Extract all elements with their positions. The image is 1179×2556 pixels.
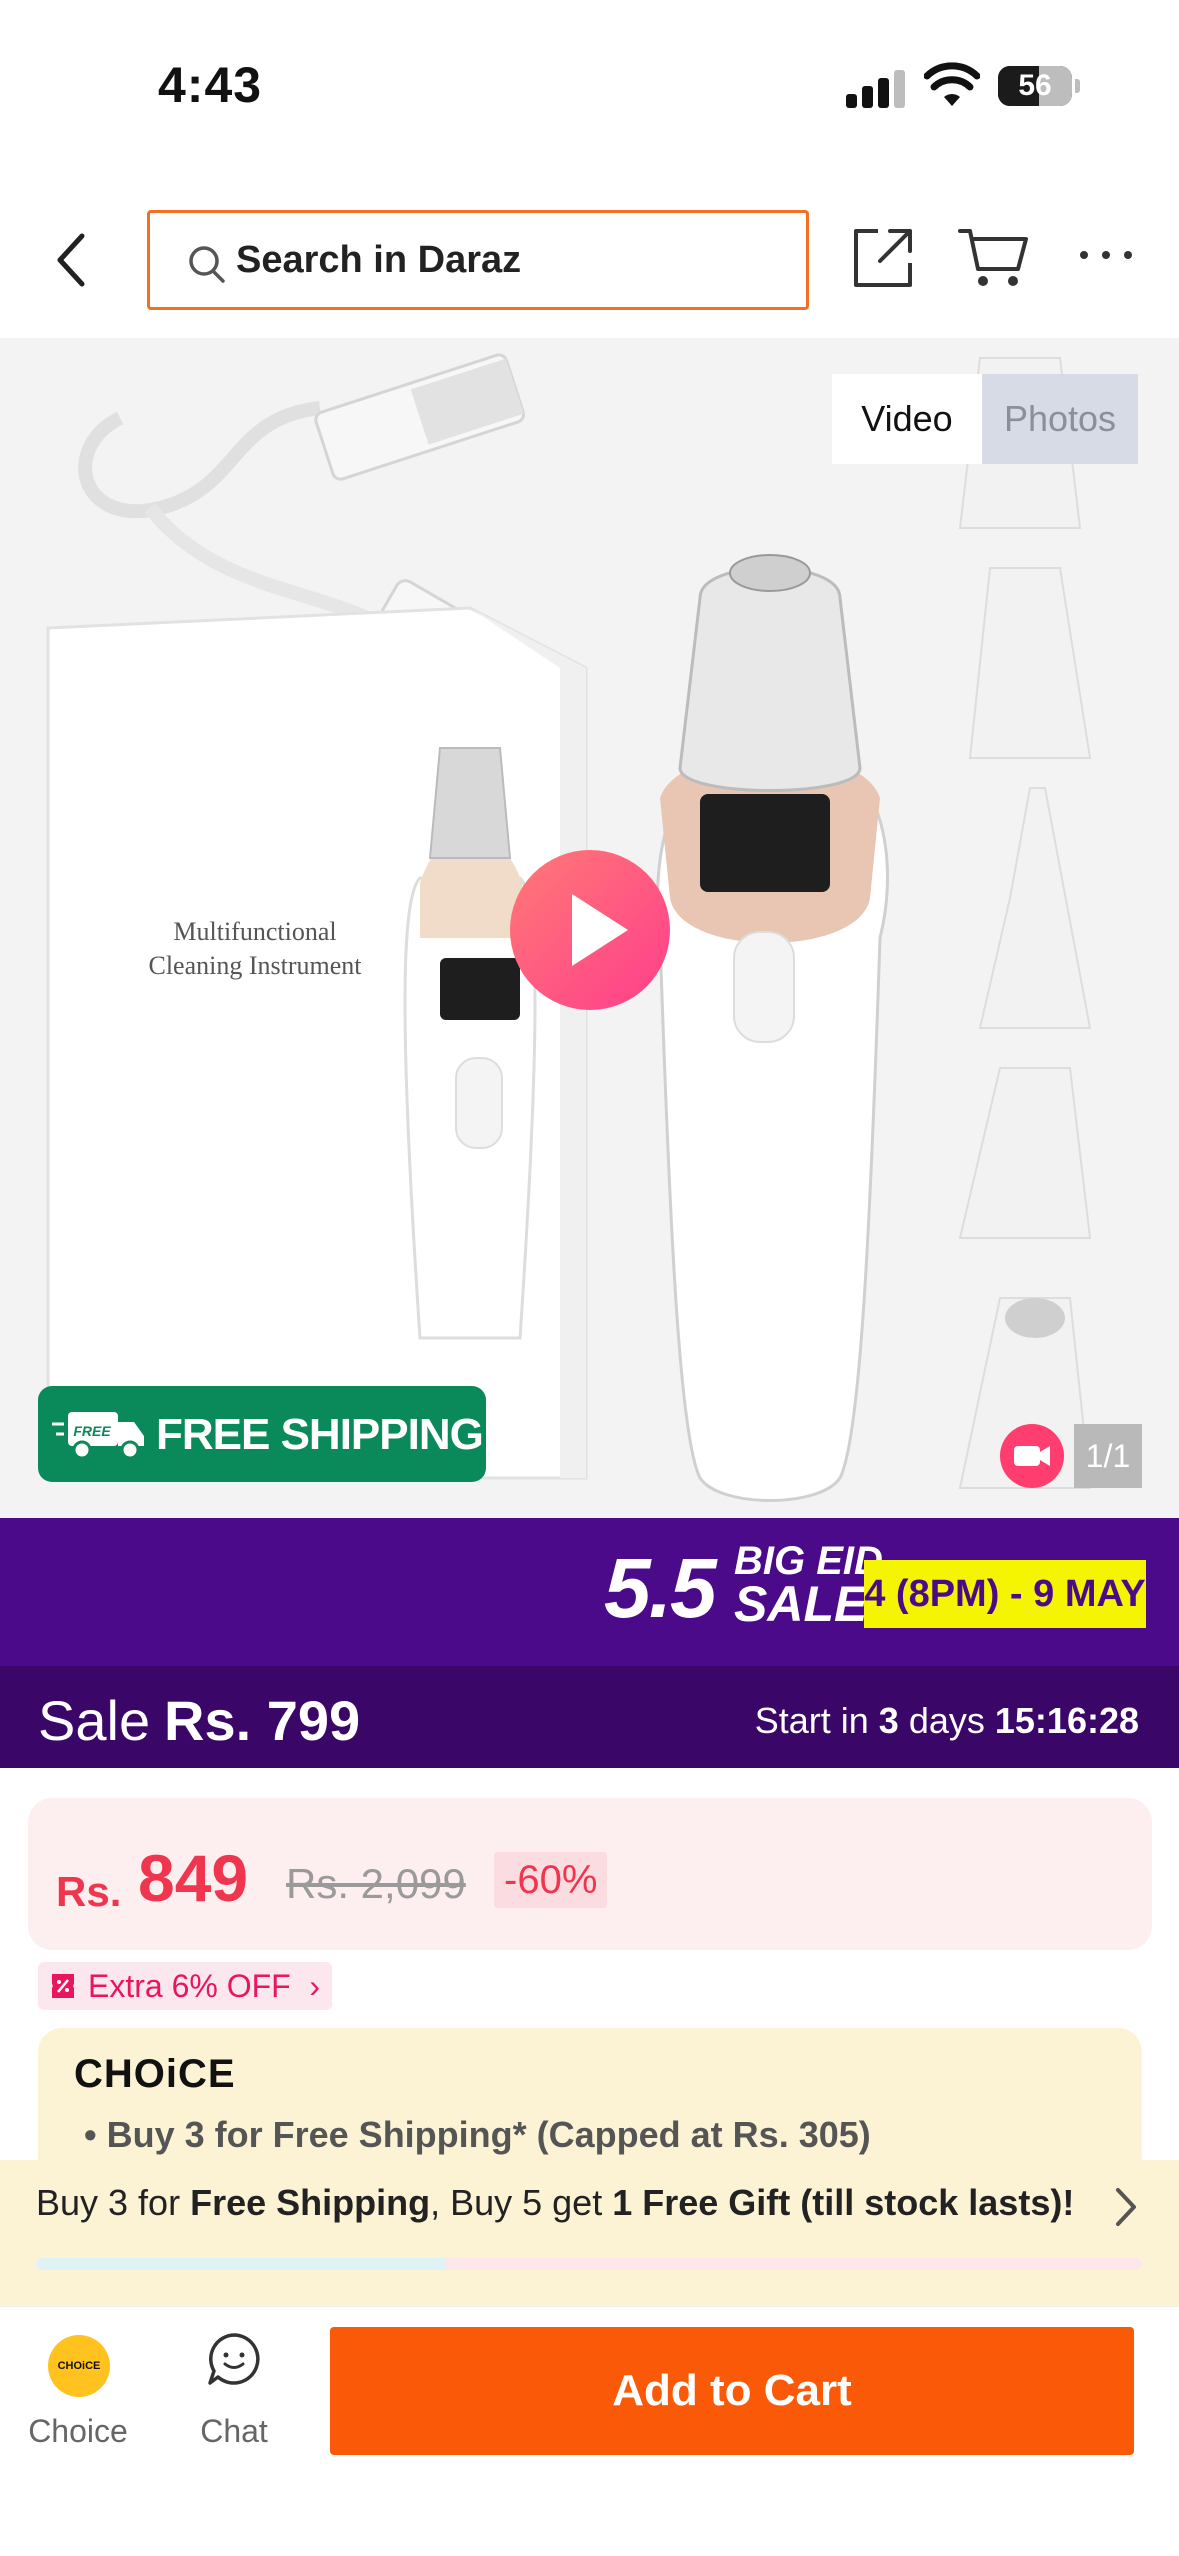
campaign-number: 5.5 [604,1541,717,1635]
bottom-action-bar: CHOiCE Choice Chat Add to Cart [0,2306,1179,2556]
current-price: 849 [138,1841,249,1915]
countdown-days: 3 [878,1700,899,1741]
choice-bullet: • Buy 3 for Free Shipping* (Capped at Rs… [84,2114,871,2155]
more-icon[interactable] [1076,240,1136,270]
chat-tab-label: Chat [200,2413,268,2449]
box-text-line1: Multifunctional [173,917,336,946]
add-to-cart-button[interactable]: Add to Cart [330,2327,1134,2455]
free-shipping-text: FREE SHIPPING [156,1410,484,1459]
share-icon[interactable] [850,225,916,291]
search-icon [189,246,225,283]
extra-offer-tag[interactable]: Extra 6% OFF › [38,1962,332,2010]
price-currency: Rs. [56,1868,122,1915]
top-nav: Search in Daraz [0,200,1179,330]
bundle-bold-1: Free Shipping [190,2182,431,2223]
tab-video[interactable]: Video [832,374,982,464]
sale-price: Rs. 799 [164,1689,361,1752]
sale-bar: Sale Rs. 799 Start in 3 days 15:16:28 [0,1666,1179,1768]
discount-badge: -60% [494,1852,608,1908]
bundle-text-2: , Buy 5 get [430,2182,613,2223]
campaign-title: BIG EID SALE [734,1539,883,1632]
search-input[interactable]: Search in Daraz [147,210,809,310]
extra-offer-label: Extra 6% OFF [88,1968,291,2004]
play-video-button[interactable] [510,850,670,1010]
tab-photos[interactable]: Photos [982,374,1138,464]
free-badge-text: FREE [73,1423,111,1439]
search-placeholder: Search in Daraz [236,239,522,281]
choice-tab[interactable]: CHOiCE Choice [18,2329,138,2449]
bundle-offer-text: Buy 3 for Free Shipping, Buy 5 get 1 Fre… [36,2182,1074,2224]
choice-tab-label: Choice [28,2413,128,2449]
cart-icon[interactable] [958,225,1030,291]
campaign-dates: 4 (8PM) - 9 MAY [864,1560,1146,1628]
countdown-time: 15:16:28 [994,1700,1139,1741]
campaign-title-line2: SALE [734,1576,868,1632]
wifi-icon [924,62,980,106]
chevron-right-icon[interactable] [1106,2182,1146,2232]
status-time: 4:43 [158,57,263,113]
chevron-right-icon: › [309,1968,320,2004]
sale-countdown: Start in 3 days 15:16:28 [755,1700,1139,1742]
free-shipping-badge: FREE FREE SHIPPING [38,1386,486,1482]
sale-label: Sale [38,1689,151,1752]
choice-logo: CHOiCE [74,2052,236,2096]
back-icon[interactable] [40,222,110,298]
box-text-line2: Cleaning Instrument [148,951,362,980]
video-camera-icon[interactable] [1000,1424,1064,1488]
media-tabs: Video Photos [832,374,1144,464]
campaign-banner[interactable]: 5.5 BIG EID SALE 4 (8PM) - 9 MAY [0,1518,1179,1666]
price-box: Rs. 849 Rs. 2,099 -60% [28,1798,1152,1950]
bundle-bold-2: 1 Free Gift (till stock lasts)! [612,2182,1075,2223]
product-gallery[interactable]: Multifunctional Cleaning Instrument Vide… [0,338,1179,1518]
campaign-title-line1: BIG EID [734,1539,883,1583]
battery-level: 56 [1018,69,1052,102]
bundle-progress-fill [36,2258,446,2270]
original-price: Rs. 2,099 [286,1860,466,1907]
status-bar: 4:43 56 [0,0,1179,170]
chat-icon [208,2333,260,2385]
image-counter: 1/1 [1074,1424,1142,1488]
bundle-offer-bar[interactable]: Buy 3 for Free Shipping, Buy 5 get 1 Fre… [0,2160,1179,2306]
bundle-progress-bar [36,2258,1142,2270]
chat-tab[interactable]: Chat [174,2329,294,2449]
coupon-icon [52,1974,74,1998]
truck-icon: FREE [52,1412,144,1460]
battery-icon: 56 [998,66,1080,106]
bundle-text-1: Buy 3 for [36,2182,191,2223]
countdown-days-unit: days [908,1700,985,1741]
choice-icon: CHOiCE [48,2335,110,2397]
countdown-prefix: Start in [754,1700,869,1741]
signal-icon [846,68,906,108]
